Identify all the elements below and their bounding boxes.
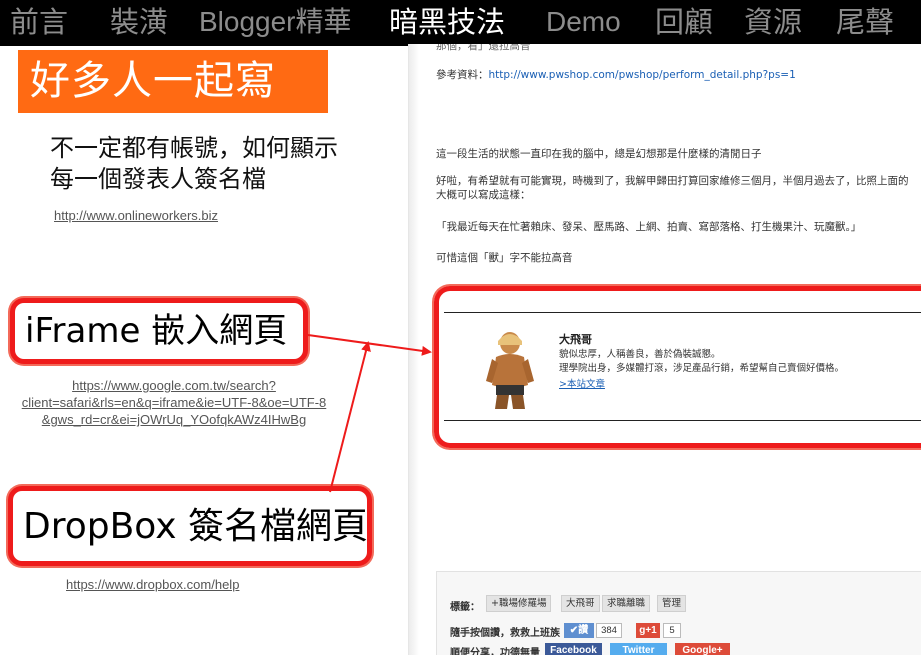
- blog-paragraph: 這一段生活的狀態一直印在我的腦中，總是幻想那是什麼樣的清閒日子: [436, 148, 762, 160]
- gplus-count: 5: [663, 623, 681, 638]
- reference-url-link[interactable]: http://www.pwshop.com/pwshop/perform_det…: [489, 69, 796, 81]
- like-row-label: 隨手按個讚，救救上班族: [450, 628, 560, 639]
- twitter-share-button[interactable]: Twitter: [610, 643, 667, 655]
- tags-label: 標籤：: [450, 602, 480, 613]
- signature-line: 理學院出身，多媒體打滾，涉足產品行銷，希望幫自己賣個好價格。: [559, 363, 845, 374]
- description-line: 不一定都有帳號，如何顯示: [50, 134, 338, 162]
- google-plus-one-button[interactable]: g+1: [636, 623, 660, 638]
- dropbox-callout: DropBox 簽名檔網頁: [8, 486, 372, 566]
- signature-iframe: 大飛哥 貌似忠厚，人稱善良，善於偽裝誠懇。 理學院出身，多媒體打滾，涉足產品行銷…: [444, 312, 921, 421]
- post-footer: 標籤： +職場修羅場 大飛哥 求職離職 管理 隨手按個讚，救救上班族 ✔讚 38…: [436, 571, 921, 655]
- nav-item-demo[interactable]: Demo: [546, 2, 621, 42]
- iframe-callout: iFrame 嵌入網頁: [10, 298, 308, 364]
- blog-paragraph: 「我最近每天在忙著賴床、發呆、壓馬路、上網、拍賣、寫部落格、打生機果汁、玩魔獸。…: [436, 221, 862, 233]
- nav-item-review[interactable]: 回顧: [655, 2, 713, 42]
- nav-item-decoration[interactable]: 裝潢: [110, 2, 168, 42]
- blog-paragraph: 好啦，有希望就有可能實現，時機到了，我解甲歸田打算回家維修三個月，半個月過去了，…: [436, 175, 909, 187]
- nav-item-preface[interactable]: 前言: [10, 2, 68, 42]
- google-search-link[interactable]: https://www.google.com.tw/search? client…: [8, 377, 340, 428]
- nav-item-epilogue[interactable]: 尾聲: [836, 2, 894, 42]
- nav-item-dark-techniques[interactable]: 暗黑技法: [389, 2, 505, 42]
- dropbox-help-link[interactable]: https://www.dropbox.com/help: [66, 576, 239, 593]
- blog-paragraph: 可惜這個「獸」字不能拉高音: [436, 252, 573, 264]
- tag-chip[interactable]: +職場修羅場: [486, 595, 552, 612]
- nav-item-resources[interactable]: 資源: [744, 2, 802, 42]
- blog-paragraph: 大概可以寫成這樣：: [436, 189, 531, 201]
- tag-chip[interactable]: 大飛哥: [561, 595, 600, 612]
- signature-name: 大飛哥: [559, 333, 592, 346]
- page-shadow: [409, 44, 419, 655]
- tag-chip[interactable]: 管理: [657, 595, 687, 612]
- like-button-label: 讚: [578, 625, 589, 636]
- slide-description: 不一定都有帳號，如何顯示 每一個發表人簽名檔: [50, 133, 338, 195]
- slide-title: 好多人一起寫: [30, 58, 276, 104]
- signature-line: 貌似忠厚，人稱善良，善於偽裝誠懇。: [559, 349, 721, 360]
- onlineworkers-link[interactable]: http://www.onlineworkers.biz: [54, 207, 218, 224]
- author-avatar: [486, 332, 534, 409]
- like-count: 384: [596, 623, 622, 638]
- gplus-label: +1: [645, 625, 657, 636]
- tag-chip[interactable]: 求職離職: [602, 595, 651, 612]
- google-link-line: https://www.google.com.tw/search?: [72, 378, 276, 393]
- signature-articles-link[interactable]: >本站文章: [559, 378, 605, 391]
- description-line: 每一個發表人簽名檔: [50, 165, 266, 193]
- slide-title-box: 好多人一起寫: [18, 50, 328, 113]
- google-link-line: client=safari&rls=en&q=iframe&ie=UTF-8&o…: [21, 395, 327, 410]
- reference-label: 參考資料：: [436, 69, 489, 81]
- facebook-share-button[interactable]: Facebook: [545, 643, 602, 655]
- iframe-callout-label: iFrame 嵌入網頁: [25, 311, 288, 351]
- blog-screenshot: 那個，看」還拉高音 參考資料：http://www.pwshop.com/pws…: [408, 44, 921, 655]
- reference-line: 參考資料：http://www.pwshop.com/pwshop/perfor…: [436, 68, 796, 82]
- top-navigation: 前言 裝潢 Blogger精華 暗黑技法 Demo 回顧 資源 尾聲: [0, 0, 921, 46]
- google-plus-share-button[interactable]: Google+: [675, 643, 730, 655]
- cropped-text: 那個，看」還拉高音: [436, 44, 531, 52]
- nav-item-blogger-essence[interactable]: Blogger精華: [199, 2, 352, 42]
- google-link-line: &gws_rd=cr&ei=jOWrUq_YOofqkAWz4IHwBg: [41, 412, 307, 427]
- like-button[interactable]: ✔讚: [564, 623, 594, 638]
- share-row-label: 順便分享，功德無量: [450, 648, 540, 655]
- dropbox-callout-label: DropBox 簽名檔網頁: [23, 506, 368, 547]
